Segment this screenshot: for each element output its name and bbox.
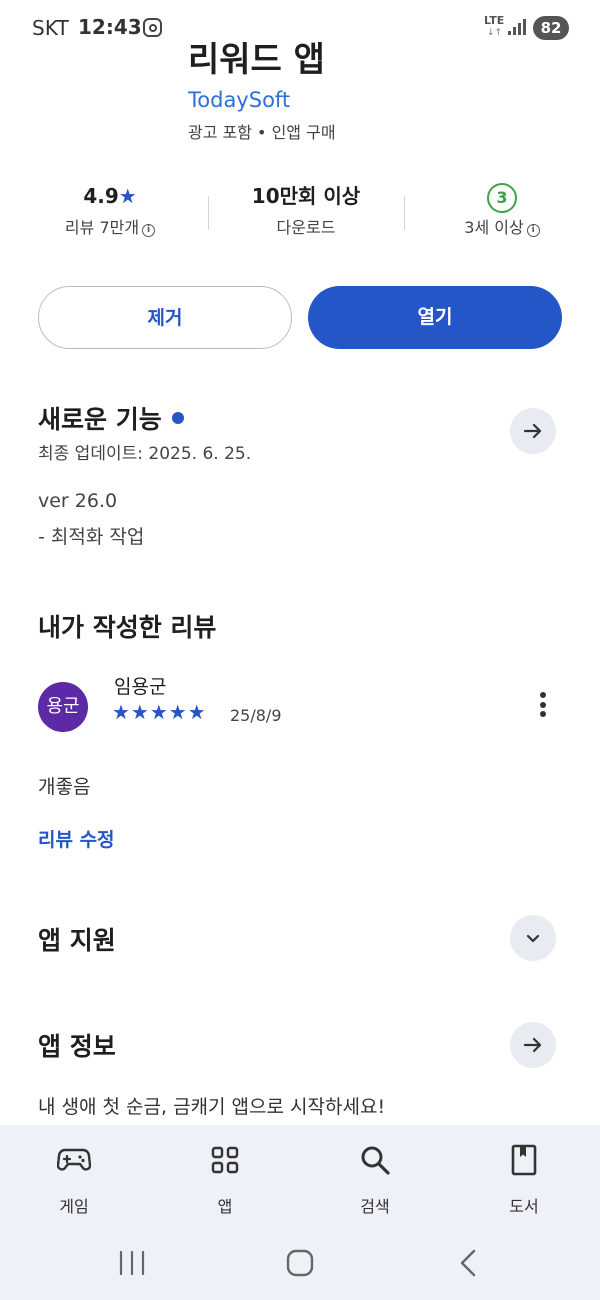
- uninstall-button[interactable]: 제거: [38, 286, 292, 349]
- open-button[interactable]: 열기: [308, 286, 562, 349]
- clock: 12:43: [78, 15, 142, 39]
- nav-label-search: 검색: [360, 1197, 390, 1216]
- edit-review-link[interactable]: 리뷰 수정: [38, 825, 115, 852]
- review-date: 25/8/9: [230, 706, 282, 725]
- book-icon: [479, 1143, 569, 1177]
- system-navigation-bar: [0, 1238, 600, 1286]
- nav-label-books: 도서: [509, 1197, 539, 1216]
- gamepad-icon: [29, 1143, 119, 1177]
- last-updated: 최종 업데이트: 2025. 6. 25.: [38, 444, 252, 464]
- app-support-expand-button[interactable]: [510, 915, 556, 961]
- downloads-value: 10만회 이상: [251, 184, 361, 208]
- review-stars: ★★★★★: [112, 700, 207, 724]
- stats-row: 4.9★ 리뷰 7만개 i 10만회 이상 다운로드 3 3세 이상 i: [0, 180, 600, 246]
- age-rating-stat[interactable]: 3 3세 이상 i: [412, 180, 592, 238]
- back-icon[interactable]: [460, 1249, 476, 1277]
- apps-grid-icon: [180, 1143, 270, 1177]
- stats-divider: [404, 196, 405, 230]
- downloads-stat: 10만회 이상 다운로드: [216, 180, 396, 238]
- release-note: - 최적화 작업: [38, 526, 145, 548]
- data-arrows-icon: ↓↑: [487, 28, 503, 38]
- nav-item-games[interactable]: 게임: [29, 1143, 119, 1217]
- developer-link[interactable]: TodaySoft: [188, 88, 290, 112]
- chevron-down-icon: [526, 934, 540, 943]
- downloads-label: 다운로드: [276, 218, 336, 237]
- new-indicator-dot: [171, 412, 184, 424]
- home-icon[interactable]: [286, 1249, 314, 1277]
- rating-value: 4.9: [83, 184, 119, 208]
- my-review-title: 내가 작성한 리뷰: [38, 613, 217, 642]
- app-title: 리워드 앱: [188, 40, 325, 76]
- ads-inapp-info: 광고 포함 • 인앱 구매: [188, 123, 336, 142]
- nav-item-apps[interactable]: 앱: [180, 1143, 270, 1217]
- star-icon: ★: [118, 184, 137, 208]
- whats-new-title: 새로운 기능: [38, 405, 162, 434]
- carrier-label: SKT: [32, 16, 70, 40]
- app-info-arrow-button[interactable]: [510, 1022, 556, 1068]
- reviewer-name: 임용군: [114, 676, 167, 698]
- rating-count-label: 리뷰 7만개: [64, 218, 140, 237]
- arrow-right-icon: [523, 423, 542, 439]
- age-rating-label: 3세 이상: [464, 218, 524, 237]
- nav-item-books[interactable]: 도서: [479, 1143, 569, 1217]
- more-options-icon[interactable]: [536, 692, 550, 722]
- instagram-notification-icon: [143, 18, 162, 37]
- age-rating-badge: 3: [487, 183, 517, 213]
- battery-indicator: 82: [533, 16, 569, 40]
- info-icon[interactable]: i: [142, 224, 156, 237]
- avatar: 용군: [38, 682, 88, 732]
- signal-strength-icon: [508, 19, 526, 35]
- stats-divider: [208, 196, 209, 230]
- app-description: 내 생애 첫 순금, 금캐기 앱으로 시작하세요!: [38, 1096, 386, 1118]
- nav-label-games: 게임: [59, 1197, 89, 1216]
- nav-item-search[interactable]: 검색: [330, 1143, 420, 1217]
- recents-icon[interactable]: [119, 1250, 145, 1276]
- search-icon: [330, 1143, 420, 1177]
- review-text: 개좋음: [38, 776, 91, 798]
- version-text: ver 26.0: [38, 490, 118, 512]
- lte-indicator: LTE: [484, 14, 505, 27]
- app-info-title[interactable]: 앱 정보: [38, 1027, 116, 1063]
- whats-new-arrow-button[interactable]: [510, 408, 556, 454]
- rating-stat[interactable]: 4.9★ 리뷰 7만개 i: [20, 180, 200, 238]
- info-icon[interactable]: i: [526, 224, 540, 237]
- nav-label-apps: 앱: [217, 1197, 233, 1216]
- arrow-right-icon: [523, 1037, 542, 1053]
- app-support-title[interactable]: 앱 지원: [38, 921, 116, 957]
- whats-new-header[interactable]: 새로운 기능: [38, 400, 184, 436]
